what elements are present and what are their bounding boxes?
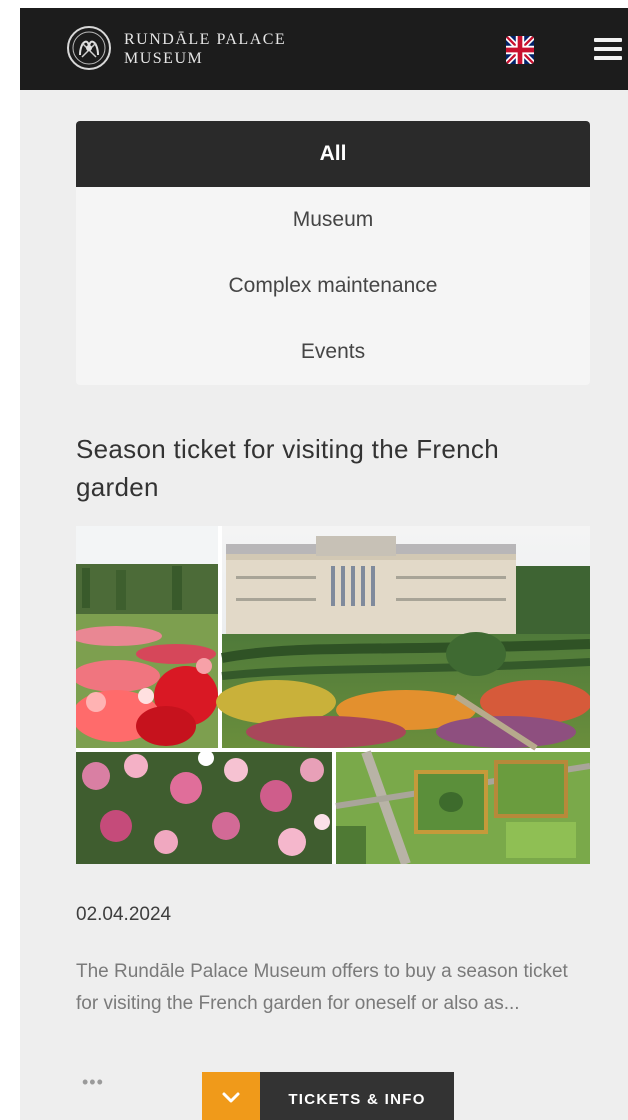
filter-events[interactable]: Events xyxy=(76,319,590,385)
tickets-info-label: TICKETS & INFO xyxy=(260,1072,454,1120)
tulip-bed-photo xyxy=(76,526,218,748)
news-category-filter: All Museum Complex maintenance Events xyxy=(76,121,590,385)
more-options-dots[interactable]: ••• xyxy=(82,1072,104,1093)
menu-bar-bottom xyxy=(594,56,622,60)
hamburger-menu-icon[interactable] xyxy=(580,34,622,64)
brand-line-1: RUNDĀLE PALACE xyxy=(124,31,287,48)
parterre-aerial-photo xyxy=(335,750,590,864)
page: RUNDĀLE PALACE MUSEUM All Museum Complex… xyxy=(0,0,628,1120)
filter-complex-maintenance[interactable]: Complex maintenance xyxy=(76,253,590,319)
rundale-emblem-icon[interactable] xyxy=(66,25,112,71)
tickets-chevron-box xyxy=(202,1072,260,1120)
menu-bar-top xyxy=(594,38,622,42)
mobile-viewport: RUNDĀLE PALACE MUSEUM All Museum Complex… xyxy=(20,8,628,1120)
article-title[interactable]: Season ticket for visiting the French ga… xyxy=(76,430,576,506)
filter-museum[interactable]: Museum xyxy=(76,187,590,253)
site-header: RUNDĀLE PALACE MUSEUM xyxy=(20,8,628,90)
article-excerpt: The Rundāle Palace Museum offers to buy … xyxy=(76,961,568,1014)
palace-garden-photo xyxy=(216,526,590,751)
brand-line-2: MUSEUM xyxy=(124,50,204,67)
tickets-info-button[interactable]: TICKETS & INFO xyxy=(202,1072,454,1120)
filter-all[interactable]: All xyxy=(76,121,590,187)
brand-name[interactable]: RUNDĀLE PALACE MUSEUM xyxy=(124,30,286,68)
uk-flag-icon[interactable] xyxy=(506,36,534,64)
article-date: 02.04.2024 xyxy=(76,904,172,925)
article-image-collage[interactable] xyxy=(76,526,590,864)
menu-bar-middle xyxy=(594,47,622,51)
rose-bush-photo xyxy=(76,750,332,864)
chevron-down-icon xyxy=(222,1092,240,1103)
